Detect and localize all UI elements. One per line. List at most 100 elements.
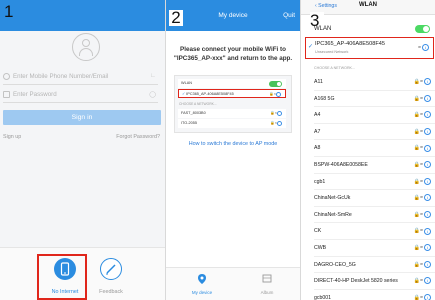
sign-up-link[interactable]: Sign up bbox=[3, 134, 21, 140]
network-name: BSPW-406A8E0058EE bbox=[314, 162, 368, 168]
network-name: DIRECT-40-HP DeskJet 5820 series bbox=[314, 278, 398, 285]
lock-wifi-icons: 🔒≈ i bbox=[414, 190, 431, 206]
network-name: cgb1 bbox=[314, 178, 326, 185]
network-row[interactable]: DAGRO-CEO_5G 🔒≈ i bbox=[314, 257, 435, 274]
info-icon[interactable]: i bbox=[424, 260, 431, 268]
connected-network-security: Unsecured Network bbox=[315, 50, 349, 54]
location-pin-icon bbox=[198, 274, 206, 284]
lock-wifi-icons: 🔒≈ i bbox=[414, 290, 431, 300]
step-number-1: 1 bbox=[4, 2, 14, 21]
pencil-icon bbox=[106, 264, 116, 275]
feedback-button[interactable] bbox=[100, 258, 122, 280]
network-row[interactable]: ChinaNet-GcUk 🔒≈ i bbox=[314, 190, 435, 207]
wlan-label: WLAN bbox=[314, 26, 332, 32]
info-icon[interactable]: i bbox=[424, 293, 431, 300]
show-password-icon[interactable]: ◯ bbox=[149, 91, 156, 98]
mini-network-row: ITO-2055 🔒≈ bbox=[178, 119, 286, 128]
ap-mode-help-link[interactable]: How to switch the device to AP mode bbox=[174, 141, 292, 147]
mini-connected-row: ✓ IPC365_AP-406A8E508F45 🔒≈ bbox=[178, 89, 286, 98]
lock-wifi-icons: 🔒≈ i bbox=[414, 74, 431, 90]
password-placeholder: Enter Password bbox=[13, 90, 57, 98]
mini-signal-icons: 🔒≈ bbox=[270, 119, 282, 128]
mini-choose-label: CHOOSE A NETWORK... bbox=[179, 102, 217, 106]
tab-album-label: Album bbox=[260, 290, 274, 295]
network-row[interactable]: A11 🔒≈ i bbox=[314, 74, 435, 91]
check-icon: ✓ bbox=[308, 44, 314, 50]
phone-email-input[interactable]: Enter Mobile Phone Number/Email ∟ bbox=[3, 68, 158, 85]
mini-wlan-label: WLAN bbox=[181, 81, 192, 85]
connected-network-row[interactable]: ✓ IPC365_AP-406A8E508F45 Unsecured Netwo… bbox=[305, 37, 434, 59]
mini-signal-icons: 🔒≈ bbox=[269, 90, 281, 99]
mini-wlan-row: WLAN bbox=[178, 79, 286, 88]
login-screen: 1 Enter Mobile Phone Number/Email ∟ Ente… bbox=[0, 0, 166, 300]
network-name: DAGRO-CEO_5G bbox=[314, 261, 356, 268]
feedback-label[interactable]: Feedback bbox=[87, 289, 135, 295]
user-avatar-icon bbox=[72, 33, 100, 61]
info-icon[interactable]: i bbox=[424, 210, 431, 218]
network-name: A8 bbox=[314, 145, 321, 152]
lock-icon bbox=[3, 90, 10, 98]
lock-wifi-icons: 🔒≈ i bbox=[414, 273, 431, 289]
info-icon[interactable]: i bbox=[424, 194, 431, 202]
network-row[interactable]: cgb1 🔒≈ i bbox=[314, 174, 435, 191]
connect-instruction: Please connect your mobile WiFi to "IPC3… bbox=[173, 46, 293, 62]
info-icon[interactable]: i bbox=[422, 44, 429, 51]
lock-wifi-icons: 🔒≈ i bbox=[414, 140, 431, 156]
lock-wifi-icons: 🔒≈ i bbox=[414, 91, 431, 107]
user-icon bbox=[3, 72, 10, 80]
network-name: A168 5G bbox=[314, 95, 335, 102]
info-icon[interactable]: i bbox=[424, 144, 431, 152]
sign-in-button[interactable]: Sign in bbox=[3, 110, 161, 125]
nav-title: WLAN bbox=[359, 2, 377, 8]
info-icon[interactable]: i bbox=[424, 161, 431, 169]
network-row[interactable]: BSPW-406A8E0058EE 🔒≈ i bbox=[314, 157, 435, 174]
back-label: Settings bbox=[318, 3, 337, 9]
quit-button[interactable]: Quit bbox=[283, 0, 295, 31]
network-name: gcb001 bbox=[314, 294, 332, 300]
mini-signal-icons: 🔒≈ bbox=[270, 109, 282, 118]
lock-wifi-icons: 🔒≈ i bbox=[414, 207, 431, 223]
phone-email-placeholder: Enter Mobile Phone Number/Email bbox=[13, 72, 109, 80]
network-name: CWB bbox=[314, 245, 327, 251]
mini-network-name: FAST_8003B0 bbox=[181, 111, 206, 115]
network-row[interactable]: CK 🔒≈ i bbox=[314, 223, 435, 240]
tab-album[interactable]: Album bbox=[252, 272, 282, 295]
info-icon[interactable]: i bbox=[424, 111, 431, 119]
device-tab-bar: My device Album bbox=[166, 267, 300, 300]
network-row[interactable]: A8 🔒≈ i bbox=[314, 140, 435, 157]
wlan-toggle[interactable] bbox=[415, 25, 430, 33]
network-name: A4 bbox=[314, 112, 321, 119]
login-header: 1 bbox=[0, 0, 165, 31]
network-row[interactable]: A4 🔒≈ i bbox=[314, 107, 435, 124]
wlan-toggle-row: WLAN bbox=[301, 22, 435, 36]
lock-wifi-icons: 🔒≈ i bbox=[414, 174, 431, 190]
mini-network-name: ITO-2055 bbox=[181, 121, 197, 125]
highlight-no-internet bbox=[37, 254, 87, 300]
tab-my-device[interactable]: My device bbox=[187, 272, 217, 295]
network-row[interactable]: DIRECT-40-HP DeskJet 5820 series 🔒≈ i bbox=[314, 273, 435, 290]
dropdown-corner-icon[interactable]: ∟ bbox=[150, 73, 156, 79]
network-name: A7 bbox=[314, 128, 321, 135]
info-icon[interactable]: i bbox=[424, 94, 431, 102]
wifi-signal-icon: ≈ i bbox=[418, 44, 429, 51]
info-icon[interactable]: i bbox=[424, 244, 431, 252]
network-row[interactable]: ChinaNet-SmRe 🔒≈ i bbox=[314, 207, 435, 224]
network-name: ChinaNet-SmRe bbox=[314, 211, 352, 218]
network-row[interactable]: A7 🔒≈ i bbox=[314, 124, 435, 141]
info-icon[interactable]: i bbox=[424, 277, 431, 285]
info-icon[interactable]: i bbox=[424, 227, 431, 235]
network-row[interactable]: CWB 🔒≈ i bbox=[314, 240, 435, 257]
network-row[interactable]: A168 5G 🔒≈ i bbox=[314, 91, 435, 108]
settings-back-button[interactable]: ‹ Settings bbox=[315, 3, 337, 9]
info-icon[interactable]: i bbox=[424, 78, 431, 86]
page-title: My device bbox=[218, 12, 248, 19]
info-icon[interactable]: i bbox=[424, 127, 431, 135]
password-input[interactable]: Enter Password ◯ bbox=[3, 86, 158, 103]
lock-wifi-icons: 🔒≈ i bbox=[414, 107, 431, 123]
network-row[interactable]: gcb001 🔒≈ i bbox=[314, 290, 435, 300]
step-number-2: 2 bbox=[169, 9, 183, 26]
connected-network-name: IPC365_AP-406A8E508F45 bbox=[315, 41, 385, 47]
forgot-password-link[interactable]: Forgot Password? bbox=[116, 134, 160, 140]
info-icon[interactable]: i bbox=[424, 177, 431, 185]
my-device-screen: My device Quit 2 Please connect your mob… bbox=[166, 0, 301, 300]
